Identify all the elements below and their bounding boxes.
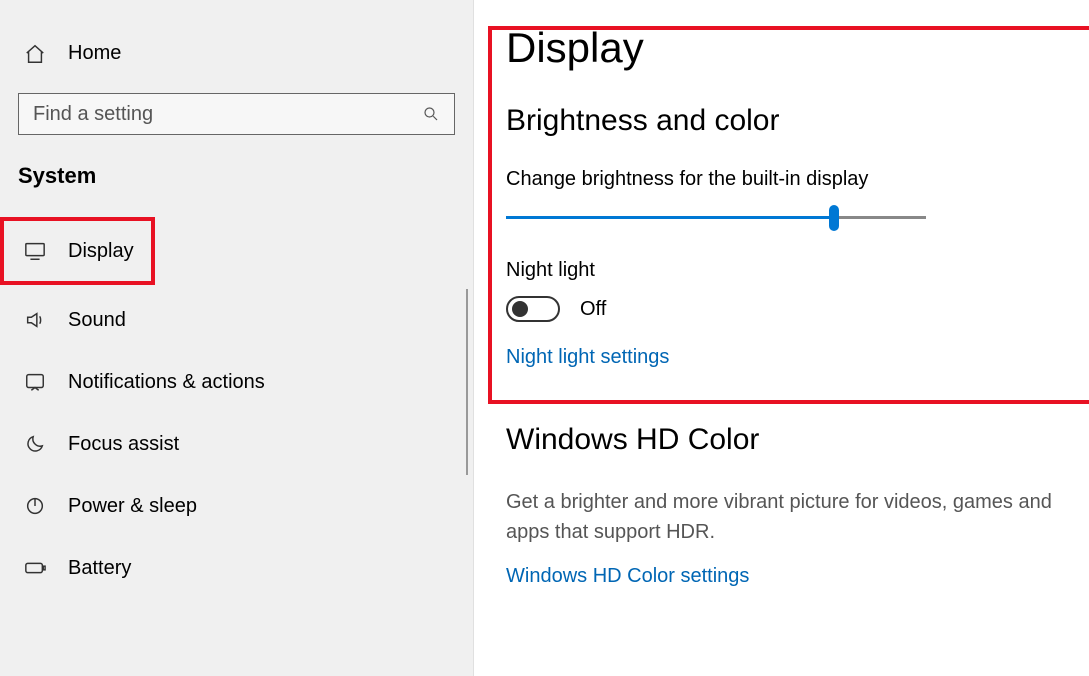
brightness-slider[interactable]	[506, 205, 926, 231]
sidebar-item-label: Sound	[68, 309, 126, 332]
sidebar-item-label: Battery	[68, 557, 131, 580]
group-brightness-title: Brightness and color	[506, 104, 1081, 138]
sidebar-item-power-sleep[interactable]: Power & sleep	[0, 475, 468, 537]
search-input[interactable]	[33, 103, 420, 126]
slider-fill	[506, 216, 834, 219]
night-light-toggle[interactable]	[506, 296, 560, 322]
sidebar-item-label: Notifications & actions	[68, 371, 265, 394]
hdcolor-description: Get a brighter and more vibrant picture …	[506, 487, 1081, 547]
hdcolor-settings-link[interactable]: Windows HD Color settings	[506, 565, 1081, 588]
moon-icon	[24, 433, 46, 455]
group-hdcolor-title: Windows HD Color	[506, 423, 1081, 457]
power-icon	[24, 495, 46, 517]
home-nav[interactable]: Home	[0, 32, 473, 83]
notifications-icon	[24, 371, 46, 393]
settings-sidebar: Home System Display Sound	[0, 0, 474, 676]
home-icon	[24, 43, 46, 65]
sidebar-item-display[interactable]: Display	[0, 217, 155, 285]
night-light-label: Night light	[506, 259, 1081, 282]
sidebar-item-label: Focus assist	[68, 433, 179, 456]
search-box[interactable]	[18, 93, 455, 135]
brightness-slider-label: Change brightness for the built-in displ…	[506, 168, 1081, 191]
night-light-state: Off	[580, 298, 606, 321]
sidebar-section-title: System	[0, 163, 473, 217]
speaker-icon	[24, 309, 46, 331]
sidebar-item-label: Power & sleep	[68, 495, 197, 518]
battery-icon	[24, 557, 46, 579]
toggle-knob	[512, 301, 528, 317]
sidebar-item-battery[interactable]: Battery	[0, 537, 468, 599]
search-icon	[420, 103, 442, 125]
sidebar-item-focus-assist[interactable]: Focus assist	[0, 413, 468, 475]
sidebar-item-notifications[interactable]: Notifications & actions	[0, 351, 468, 413]
settings-main: Display Brightness and color Change brig…	[474, 0, 1089, 676]
sidebar-item-sound[interactable]: Sound	[0, 289, 468, 351]
monitor-icon	[24, 240, 46, 262]
home-label: Home	[68, 42, 121, 65]
night-light-settings-link[interactable]: Night light settings	[506, 346, 1081, 369]
sidebar-item-label: Display	[68, 240, 134, 263]
page-title: Display	[506, 24, 1081, 72]
slider-thumb[interactable]	[829, 205, 839, 231]
search-container	[18, 93, 455, 135]
